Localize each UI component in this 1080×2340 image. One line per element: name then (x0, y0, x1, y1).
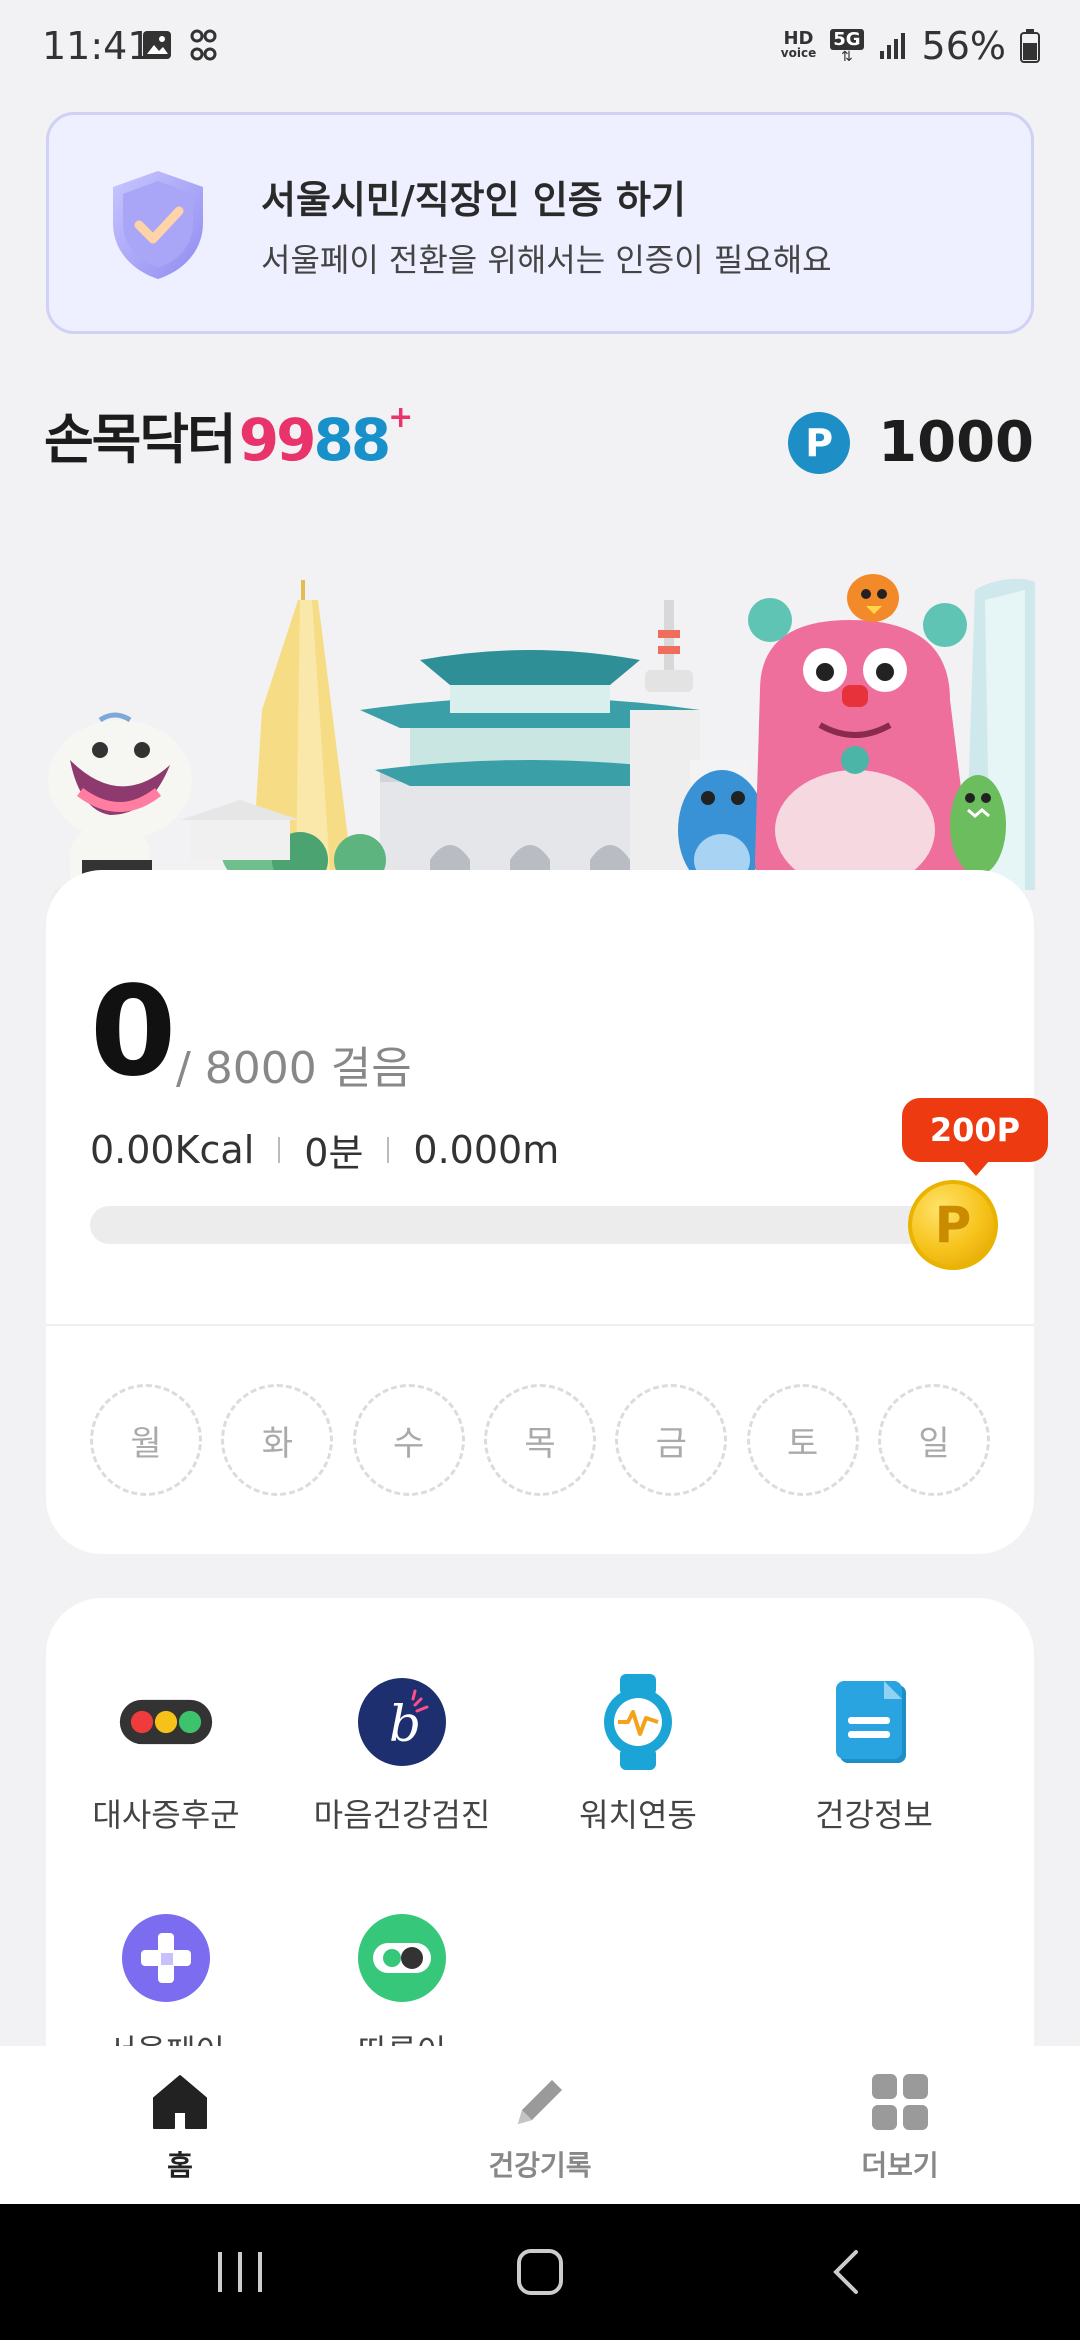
logo-digit-2: 9 (276, 406, 316, 474)
distance-value: 0.000m (413, 1127, 560, 1172)
nav-home[interactable]: 홈 (60, 2072, 300, 2184)
seoul-mascot-illustration (48, 574, 1035, 914)
mind-b-icon: b (354, 1674, 450, 1770)
status-bar: 11:41 HD voice 5G ⇅ 56% (0, 0, 1080, 100)
menu-label: 건강정보 (815, 1796, 933, 1834)
menu-watch-link[interactable]: 워치연동 (518, 1674, 758, 1836)
app-logo: 손목닥터 9988 + (44, 400, 413, 474)
weekday-sat: 토 (746, 1384, 859, 1496)
logo-digit-4: 8 (350, 406, 391, 474)
gallery-icon (143, 31, 171, 59)
banner-title: 서울시민/직장인 인증 하기 (261, 178, 686, 222)
step-progress-bar (90, 1206, 950, 1244)
menu-health-info[interactable]: 건강정보 (754, 1674, 994, 1836)
traffic-light-icon (118, 1674, 214, 1770)
metric-divider (387, 1136, 390, 1163)
activity-metrics: 0.00Kcal 0분 0.000m (90, 1122, 559, 1177)
hd-voice-icon: HD voice (780, 28, 817, 61)
weekday-tue: 화 (221, 1384, 334, 1496)
point-value: 1000 (878, 410, 1034, 475)
network-label: 5G (830, 28, 864, 50)
pencil-icon (518, 2080, 562, 2124)
watch-icon (590, 1674, 686, 1770)
weekday-fri: 금 (615, 1384, 728, 1496)
status-indicators: HD voice 5G ⇅ 56% (781, 24, 1040, 68)
network-icon: 5G ⇅ (830, 28, 864, 65)
logo-number: 9988 (238, 406, 391, 474)
signal-icon (879, 33, 905, 59)
data-arrows-icon: ⇅ (841, 48, 853, 65)
system-navigation-bar (0, 2204, 1080, 2340)
points-balance[interactable]: P 1000 (788, 410, 1034, 475)
weekday-tracker: 월 화 수 목 금 토 일 (90, 1384, 990, 1496)
step-count: 0 (90, 960, 177, 1104)
step-tracker-card[interactable]: 0 / 8000 걸음 0.00Kcal 0분 0.000m 200P P 월 … (46, 870, 1048, 1554)
status-time: 11:41 (42, 24, 152, 68)
step-goal: / 8000 걸음 (176, 1043, 412, 1094)
bike-toggle-icon (354, 1910, 450, 2006)
coin-icon[interactable]: P (908, 1180, 998, 1270)
menu-label: 워치연동 (579, 1796, 697, 1834)
back-icon[interactable] (828, 2248, 864, 2296)
shield-check-icon (113, 171, 203, 279)
nav-health-record[interactable]: 건강기록 (420, 2072, 660, 2184)
hd-label: HD (783, 28, 814, 49)
logo-plus: + (388, 400, 414, 435)
weekday-sun: 일 (877, 1384, 990, 1496)
recent-apps-icon[interactable] (212, 2250, 268, 2294)
home-icon (153, 2075, 207, 2129)
citizen-verification-banner[interactable]: 서울시민/직장인 인증 하기 서울페이 전환을 위해서는 인증이 필요해요 (46, 112, 1034, 334)
menu-label: 마음건강검진 (313, 1796, 491, 1834)
nav-label: 건강기록 (488, 2149, 592, 2182)
reward-badge-tail (962, 1160, 990, 1176)
bottom-navigation: 홈 건강기록 더보기 (0, 2046, 1080, 2204)
card-divider (46, 1324, 1034, 1326)
weekday-mon: 월 (90, 1384, 202, 1496)
nav-more[interactable]: 더보기 (780, 2072, 1020, 2184)
menu-label: 대사증후군 (92, 1796, 240, 1834)
app-notification-icon (190, 29, 217, 61)
nav-label: 더보기 (861, 2149, 939, 2182)
kcal-value: 0.00Kcal (90, 1127, 255, 1172)
logo-text: 손목닥터 (44, 408, 237, 471)
banner-subtitle: 서울페이 전환을 위해서는 인증이 필요해요 (261, 241, 832, 279)
battery-percent: 56% (921, 24, 1006, 68)
weekday-thu: 목 (483, 1384, 596, 1496)
nav-label: 홈 (167, 2149, 193, 2182)
voice-label: voice (780, 46, 817, 60)
menu-mental-health[interactable]: b 마음건강검진 (282, 1674, 522, 1836)
notification-icons (140, 28, 222, 64)
weekday-wed: 수 (352, 1384, 465, 1496)
seoulpay-plus-icon (118, 1910, 214, 2006)
logo-digit-1: 9 (238, 406, 279, 474)
minutes-value: 0분 (304, 1131, 364, 1175)
document-icon (826, 1674, 922, 1770)
logo-digit-3: 8 (313, 406, 353, 474)
battery-icon (1020, 29, 1040, 63)
home-button-icon[interactable] (516, 2248, 564, 2296)
grid-icon (872, 2074, 928, 2130)
reward-badge: 200P (902, 1098, 1048, 1162)
point-icon: P (788, 411, 851, 474)
metric-divider (278, 1136, 281, 1163)
menu-metabolic-syndrome[interactable]: 대사증후군 (46, 1674, 286, 1836)
